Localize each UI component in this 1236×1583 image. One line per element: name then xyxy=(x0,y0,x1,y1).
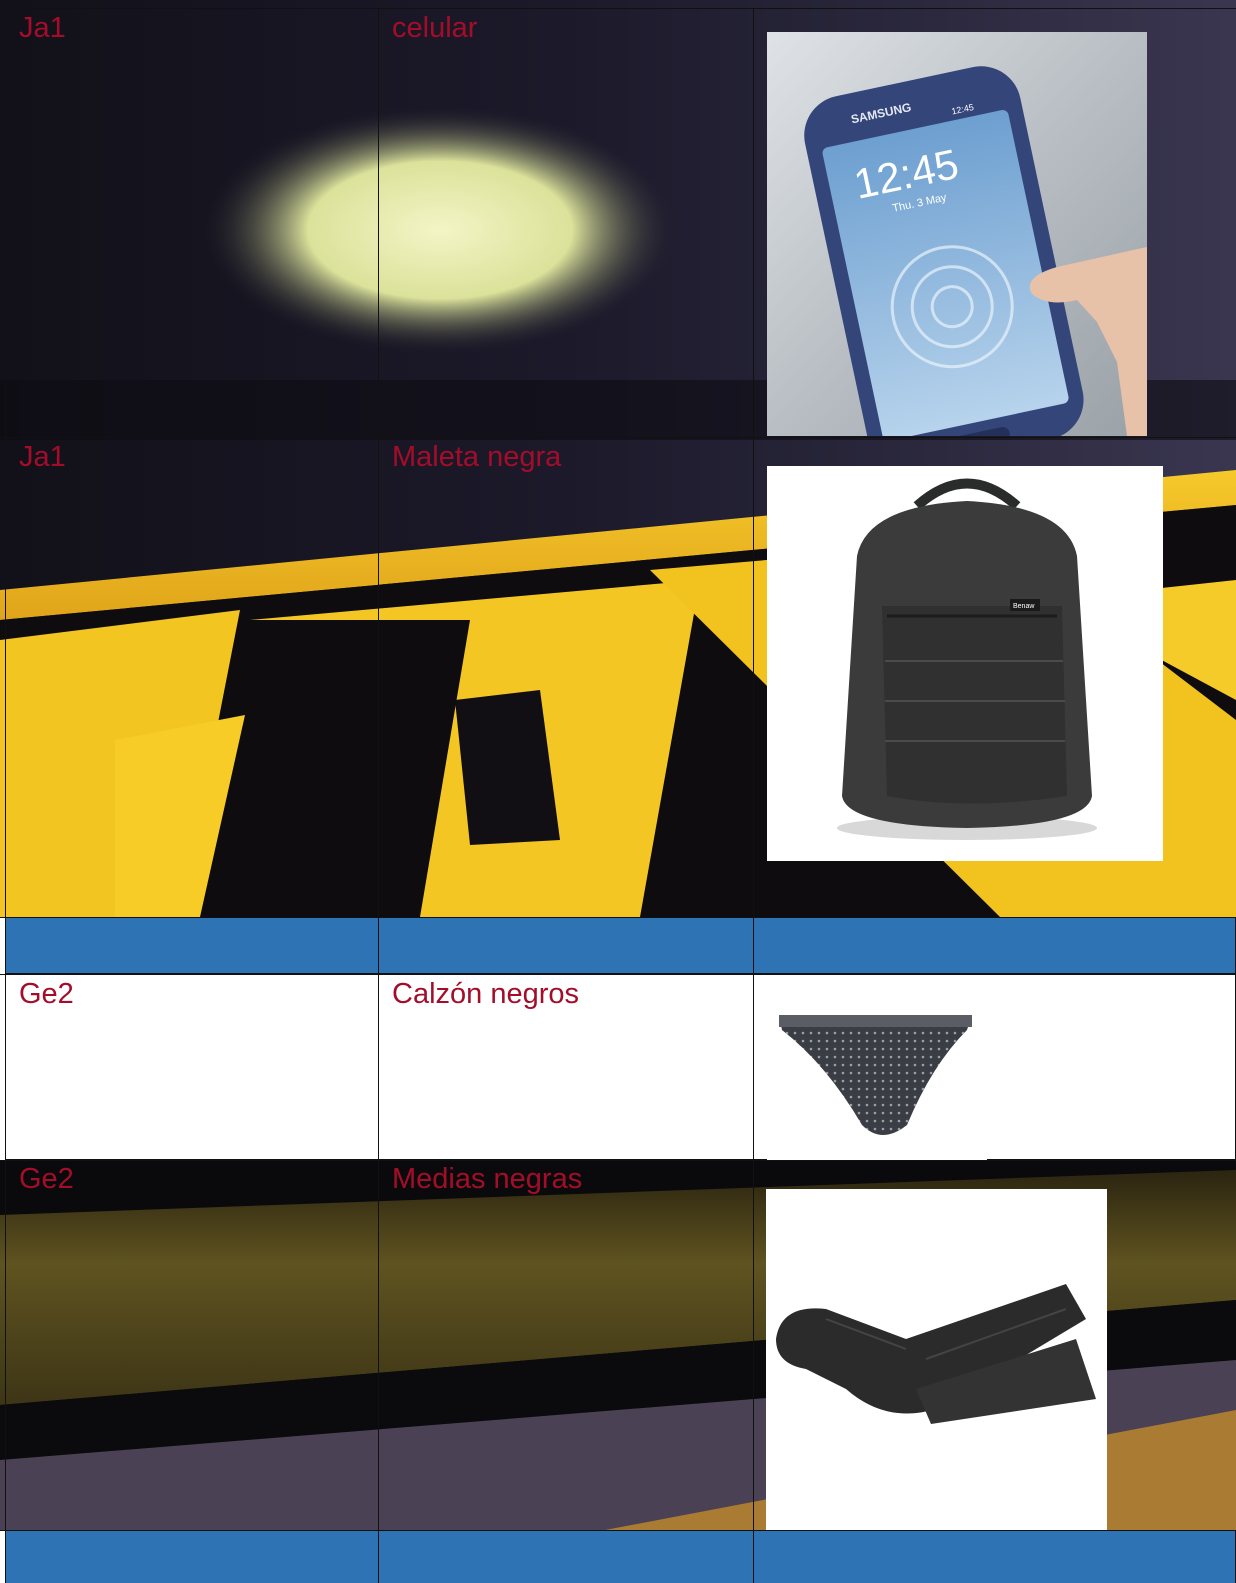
blue-header-row-cell xyxy=(6,918,379,974)
row-code: Ja1 xyxy=(19,441,66,473)
table-border-left xyxy=(5,8,6,1583)
blue-footer-row-cell xyxy=(379,1531,754,1583)
blue-header-row-cell xyxy=(379,918,754,974)
row-divider xyxy=(0,917,1236,918)
row-code: Ge2 xyxy=(19,1163,74,1195)
row-divider xyxy=(0,974,1236,975)
table-border-top xyxy=(0,8,1236,9)
row-divider xyxy=(0,437,1236,438)
column-divider xyxy=(378,8,379,1583)
row-divider xyxy=(0,1160,1236,1161)
row-item: Maleta negra xyxy=(392,441,562,473)
row-divider xyxy=(0,1530,1236,1531)
underwear-image xyxy=(767,1005,987,1160)
smartphone-image: SAMSUNG 12:45 12:45 Thu. 3 May xyxy=(767,32,1147,436)
backpack-brand: Benaw xyxy=(1013,603,1035,610)
socks-image xyxy=(766,1189,1107,1530)
row-item: Calzón negros xyxy=(392,978,579,1010)
blue-header-row-cell xyxy=(754,918,1236,974)
row-item: celular xyxy=(392,12,478,44)
blue-footer-row-cell xyxy=(6,1531,379,1583)
backpack-image: Benaw xyxy=(767,466,1163,861)
row-item: Medias negras xyxy=(392,1163,583,1195)
row-code: Ge2 xyxy=(19,978,74,1010)
blue-footer-row-cell xyxy=(754,1531,1236,1583)
row-code: Ja1 xyxy=(19,12,66,44)
column-divider xyxy=(753,8,754,1583)
